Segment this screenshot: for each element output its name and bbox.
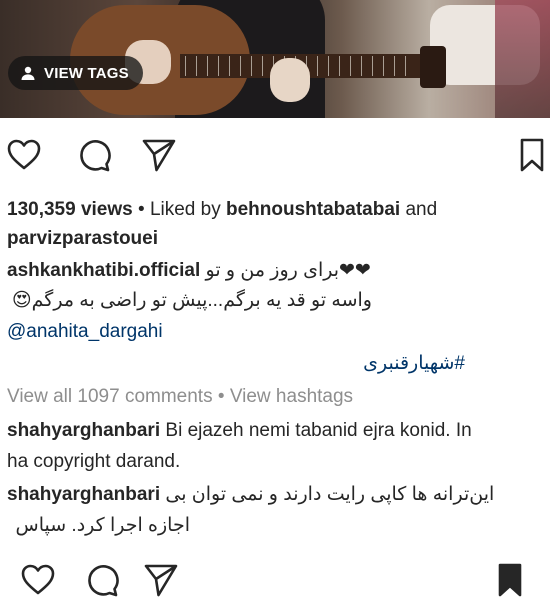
comment-1-text-1: Bi ejazeh nemi tabanid ejra konid. In [165, 420, 472, 441]
save-button-bottom[interactable] [492, 562, 528, 598]
like-button[interactable] [6, 137, 42, 173]
action-bar-bottom [0, 562, 550, 602]
view-tags-label: VIEW TAGS [44, 64, 129, 82]
media-hand-right [270, 58, 310, 102]
views-likes-line: 130,359 views • Liked by behnoushtabatab… [7, 198, 437, 222]
bookmark-filled-icon [498, 563, 522, 597]
caption-text-1: ❤❤برای روز من و تو [205, 260, 371, 281]
comment-bubble-icon [80, 140, 111, 172]
liked-user-link-2[interactable]: parvizparastouei [7, 227, 158, 251]
hashtag-link[interactable]: #شهیارقنبری [363, 352, 465, 376]
share-button[interactable] [141, 137, 177, 173]
action-bar-top [0, 137, 550, 177]
comment-2-line-1: shahyarghanbari این‌ترانه ها کاپی رایت د… [7, 483, 494, 507]
heart-outline-icon [21, 564, 55, 595]
media-plant [495, 0, 550, 118]
liked-user-link[interactable]: behnoushtabatabai [226, 199, 400, 220]
views-separator: • [132, 199, 150, 220]
views-count[interactable]: 130,359 views [7, 199, 133, 220]
comment-2-username[interactable]: shahyarghanbari [7, 484, 160, 505]
comments-meta-separator: • [212, 386, 230, 407]
like-button-bottom[interactable] [20, 562, 56, 598]
comment-bubble-icon [88, 565, 119, 597]
liked-and: and [400, 199, 438, 220]
comment-1-line-1: shahyarghanbari Bi ejazeh nemi tabanid e… [7, 419, 472, 443]
view-tags-button[interactable]: VIEW TAGS [8, 56, 143, 90]
view-all-comments-link[interactable]: View all 1097 comments [7, 386, 213, 407]
comments-meta-line: View all 1097 comments • View hashtags [7, 385, 353, 409]
comment-2-text-2: اجازه اجرا کرد. سپاس [15, 515, 190, 536]
save-button[interactable] [514, 137, 550, 173]
liked-by-prefix: Liked by [149, 199, 226, 220]
comment-1-username[interactable]: shahyarghanbari [7, 420, 160, 441]
comment-button[interactable] [76, 137, 112, 173]
caption-line-1: ashkankhatibi.official ❤❤برای روز من و ت… [7, 259, 371, 283]
caption-username[interactable]: ashkankhatibi.official [7, 260, 200, 281]
post-media[interactable]: VIEW TAGS [0, 0, 550, 118]
paper-plane-icon [142, 139, 176, 172]
comment-1-text-2: ha copyright darand. [7, 451, 181, 472]
heart-outline-icon [7, 139, 41, 170]
comment-2-text-1: این‌ترانه ها کاپی رایت دارند و نمی توان … [165, 484, 495, 505]
paper-plane-icon [144, 564, 178, 597]
caption-text-2: واسه تو قد یه برگم...پیش تو راضی به مرگم… [11, 290, 372, 311]
media-guitar-head [420, 46, 446, 88]
comment-button-bottom[interactable] [84, 562, 120, 598]
share-button-bottom[interactable] [143, 562, 179, 598]
bookmark-outline-icon [520, 138, 544, 172]
person-icon [21, 66, 35, 80]
view-hashtags-link[interactable]: View hashtags [230, 386, 353, 407]
mention-link[interactable]: @anahita_dargahi [7, 320, 163, 344]
